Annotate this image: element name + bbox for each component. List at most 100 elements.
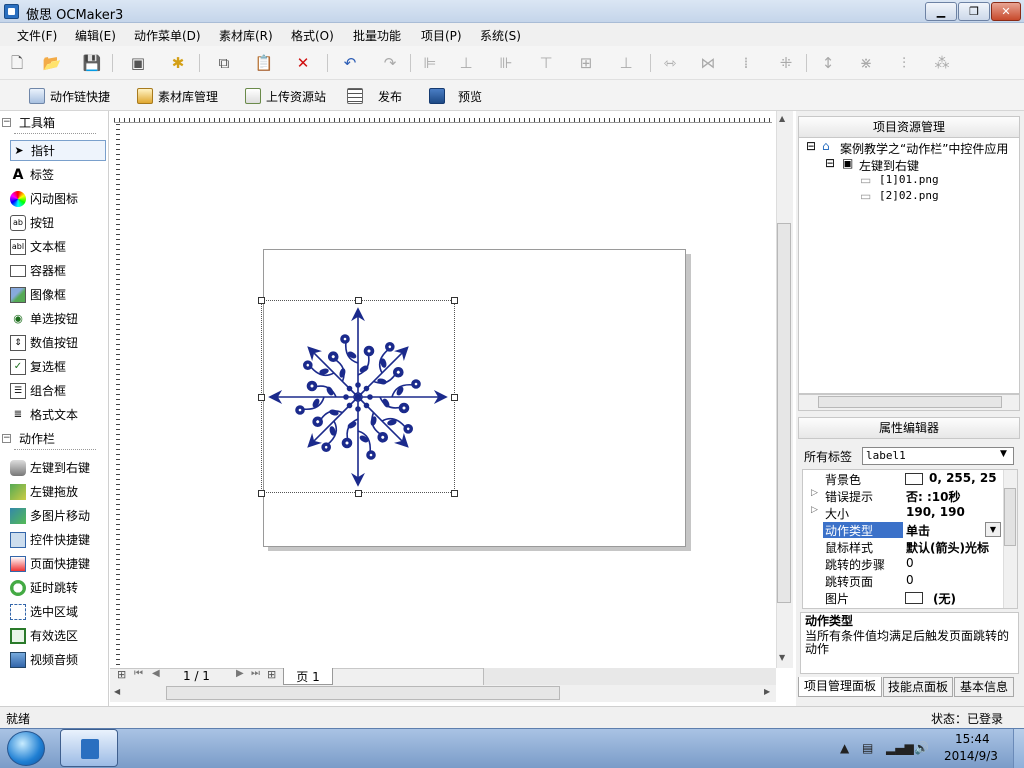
upload-button[interactable]: 上传资源站 (245, 86, 326, 106)
tool-button[interactable]: ab 按钮 (10, 212, 106, 233)
action-page-shortcut[interactable]: 页面快捷键 (10, 553, 106, 574)
page-tab[interactable]: 页 1 (283, 668, 333, 685)
clock-time[interactable]: 15:44 (955, 732, 990, 746)
actionbar-header[interactable]: − 动作栏 (2, 429, 55, 447)
preview-button[interactable]: 预览 (429, 86, 482, 106)
tool-richtext[interactable]: ≣ 格式文本 (10, 404, 106, 425)
align-center-icon[interactable]: ⊥ (456, 53, 476, 73)
insert-page-icon[interactable]: ⊞ (267, 668, 276, 681)
show-desktop-button[interactable] (1013, 729, 1024, 768)
menu-edit[interactable]: 编辑(E) (75, 27, 116, 44)
close-button[interactable]: ✕ (991, 2, 1021, 21)
network-icon[interactable]: ▂▄▆ (886, 741, 914, 755)
align-top-icon[interactable]: ⊤ (536, 53, 556, 73)
action-delay-jump[interactable]: 延时跳转 (10, 577, 106, 598)
action-video-audio[interactable]: 视频音频 (10, 649, 106, 670)
resize-handle-n[interactable] (355, 297, 362, 304)
device-icon[interactable]: ▤ (862, 741, 873, 755)
action-chain-button[interactable]: 动作链快捷 (29, 86, 110, 106)
prop-row[interactable]: 鼠标样式 默认(箭头)光标 (803, 538, 1003, 555)
taskbar-app-button[interactable] (60, 729, 118, 767)
action-control-shortcut[interactable]: 控件快捷键 (10, 529, 106, 550)
tree-file[interactable]: [2]02.png (879, 189, 939, 202)
tool-flash-icon[interactable]: 闪动图标 (10, 188, 106, 209)
menu-format[interactable]: 格式(O) (291, 27, 334, 44)
prop-row[interactable]: ▷ 错误提示 否: :10秒 (803, 487, 1003, 504)
tool-container[interactable]: 容器框 (10, 260, 106, 281)
resize-handle-ne[interactable] (451, 297, 458, 304)
resize-handle-nw[interactable] (258, 297, 265, 304)
prop-row-selected[interactable]: 动作类型 单击 ▼ (803, 521, 1003, 538)
first-page-icon[interactable]: ⏮ (134, 668, 143, 679)
tree-node-collapse-icon[interactable]: ⊟ (825, 156, 835, 170)
chevron-down-icon[interactable]: ▼ (985, 522, 1001, 537)
align-middle-icon[interactable]: ⊞ (576, 53, 596, 73)
minimize-button[interactable]: ▁ (925, 2, 957, 21)
tool-image[interactable]: 图像框 (10, 284, 106, 305)
h-equal-icon[interactable]: ⁞ (736, 53, 756, 73)
scroll-up-icon[interactable]: ▲ (779, 114, 785, 123)
resize-handle-e[interactable] (451, 394, 458, 401)
undo-icon[interactable]: ↶ (340, 53, 360, 73)
prop-row[interactable]: 跳转的步骤 0 (803, 555, 1003, 572)
prev-page-icon[interactable]: ◀ (152, 668, 160, 679)
toolbox-header[interactable]: − 工具箱 (2, 113, 55, 131)
canvas-vscroll-thumb[interactable] (777, 223, 791, 603)
new-file-icon[interactable]: 🗋 (7, 53, 27, 73)
v-space-icon[interactable]: ⋇ (856, 53, 876, 73)
resize-handle-sw[interactable] (258, 490, 265, 497)
menu-action[interactable]: 动作菜单(D) (134, 27, 201, 44)
expand-icon[interactable]: ▷ (811, 488, 818, 498)
tree-root[interactable]: 案例教学之“动作栏”中控件应用 (840, 140, 1008, 157)
same-height-icon[interactable]: ↕ (818, 53, 838, 73)
prop-vscroll-thumb[interactable] (1004, 488, 1016, 546)
h-space-icon[interactable]: ⋈ (698, 53, 718, 73)
start-button[interactable] (7, 731, 45, 766)
show-hidden-icon[interactable]: ▲ (840, 741, 849, 755)
action-drag-drop[interactable]: 左键拖放 (10, 481, 106, 502)
tab-project-manage[interactable]: 项目管理面板 (798, 677, 882, 697)
scroll-right-icon[interactable]: ▶ (764, 687, 770, 696)
expand-icon[interactable]: ▷ (811, 505, 818, 515)
chevron-down-icon[interactable]: ▼ (1000, 449, 1007, 459)
menu-batch[interactable]: 批量功能 (353, 27, 401, 44)
menu-file[interactable]: 文件(F) (17, 27, 57, 44)
object-select[interactable]: label1 (862, 447, 1014, 465)
v-remove-icon[interactable]: ⁂ (932, 53, 952, 73)
align-right-icon[interactable]: ⊪ (496, 53, 516, 73)
page-tab-scroll[interactable] (483, 668, 776, 685)
align-bottom-icon[interactable]: ⊥ (616, 53, 636, 73)
menu-system[interactable]: 系统(S) (480, 27, 521, 44)
delete-icon[interactable]: ✕ (293, 53, 313, 73)
add-page-icon[interactable]: ⊞ (117, 668, 126, 681)
tool-spinner[interactable]: ⇕ 数值按钮 (10, 332, 106, 353)
tool-combobox[interactable]: ☰ 组合框 (10, 380, 106, 401)
paste-icon[interactable]: 📋 (254, 53, 274, 73)
menu-project[interactable]: 项目(P) (421, 27, 462, 44)
resize-handle-w[interactable] (258, 394, 265, 401)
next-page-icon[interactable]: ▶ (236, 668, 244, 679)
copy-icon[interactable]: ⧉ (214, 53, 234, 73)
tree-file[interactable]: [1]01.png (879, 173, 939, 186)
save-icon[interactable]: 💾 (82, 53, 102, 73)
action-left-right[interactable]: 左键到右键 (10, 457, 106, 478)
canvas-hscroll-thumb[interactable] (166, 686, 560, 700)
action-select-area[interactable]: 选中区域 (10, 601, 106, 622)
scroll-down-icon[interactable]: ▼ (779, 653, 785, 662)
prop-row[interactable]: 图片 (无) (803, 589, 1003, 606)
resize-handle-se[interactable] (451, 490, 458, 497)
scroll-left-icon[interactable]: ◀ (114, 687, 120, 696)
last-page-icon[interactable]: ⏭ (251, 668, 260, 679)
prop-row[interactable]: 跳转页面 0 (803, 572, 1003, 589)
tool-pointer[interactable]: ➤ 指针 (10, 140, 106, 161)
resource-hscroll-thumb[interactable] (818, 396, 1002, 408)
material-manage-button[interactable]: 素材库管理 (137, 86, 218, 106)
tool-radio[interactable]: ◉ 单选按钮 (10, 308, 106, 329)
publish-button[interactable]: 发布 (347, 86, 402, 106)
tool-textbox[interactable]: abl 文本框 (10, 236, 106, 257)
clock-date[interactable]: 2014/9/3 (944, 749, 998, 763)
redo-icon[interactable]: ↷ (380, 53, 400, 73)
resize-handle-s[interactable] (355, 490, 362, 497)
tool-checkbox[interactable]: ✓ 复选框 (10, 356, 106, 377)
tree-node[interactable]: 左键到右键 (859, 157, 919, 174)
